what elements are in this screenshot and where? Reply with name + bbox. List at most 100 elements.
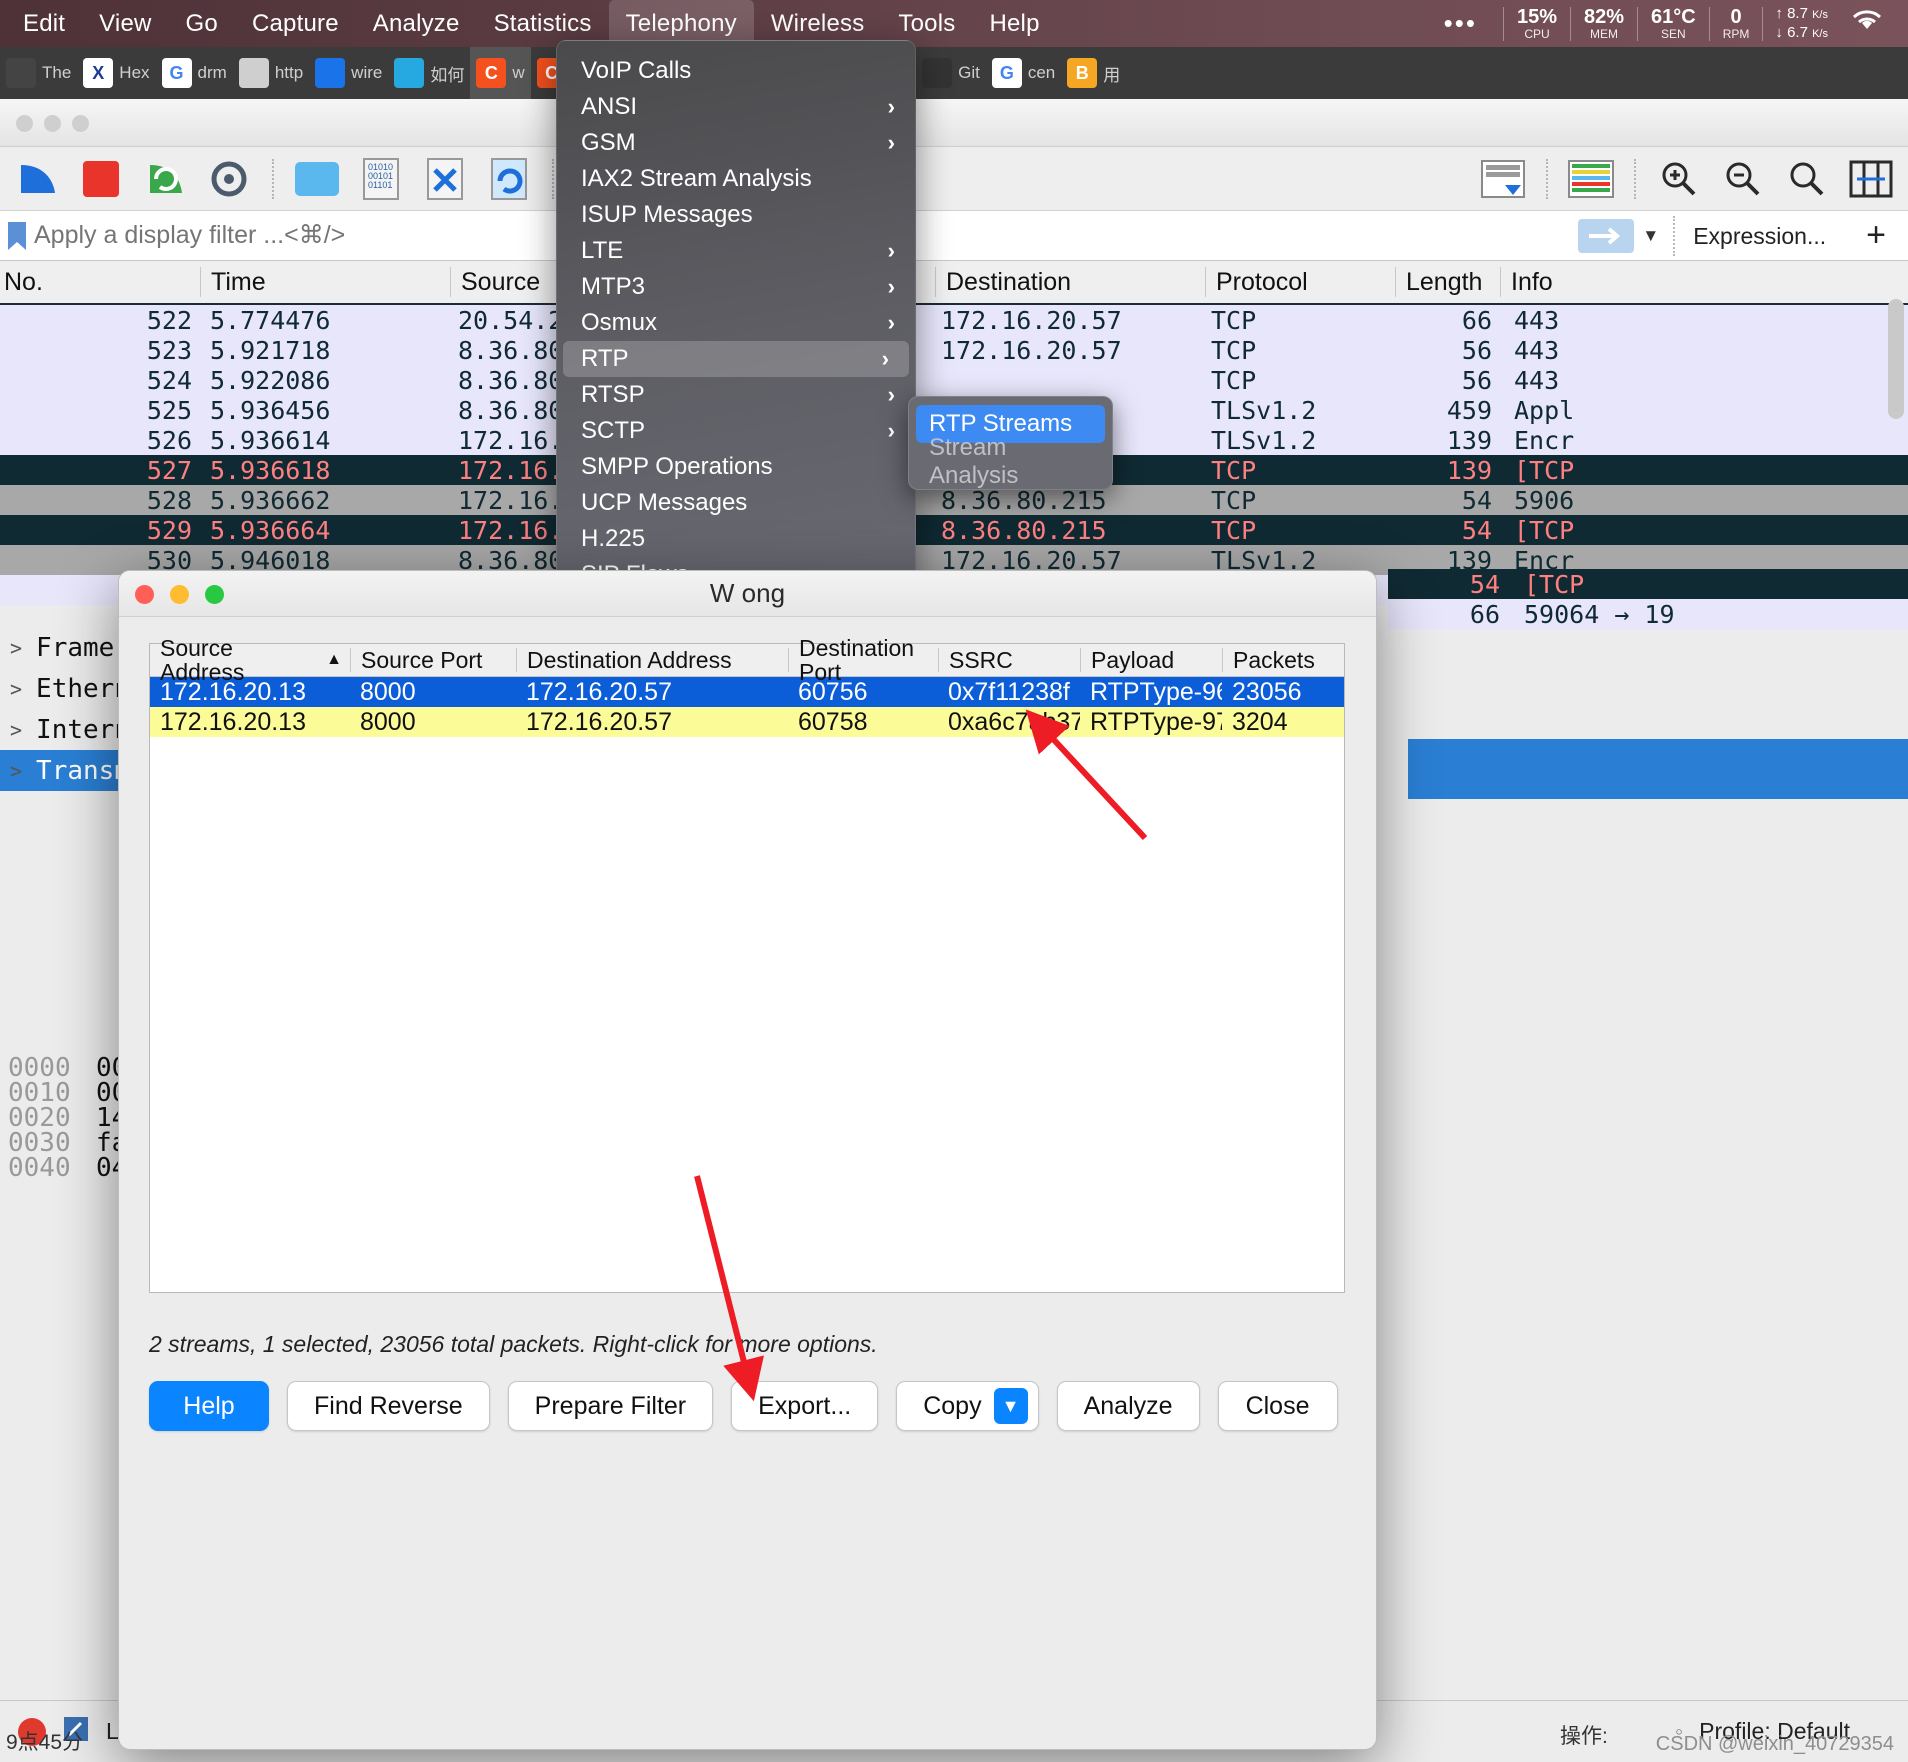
table-row[interactable]: 5225.77447620.54.24172.16.20.57TCP66443: [0, 305, 1908, 335]
colorize-icon[interactable]: [1564, 152, 1618, 206]
reload-file-icon[interactable]: [482, 152, 536, 206]
column-header-source-port[interactable]: Source Port: [350, 648, 516, 672]
autoscroll-icon[interactable]: [1476, 152, 1530, 206]
browser-tab[interactable]: Gcen: [986, 47, 1061, 99]
zoom-in-icon[interactable]: [1652, 152, 1706, 206]
menu-item-ansi[interactable]: ANSI›: [557, 89, 915, 125]
add-filter-button-icon[interactable]: +: [1844, 216, 1908, 255]
find-reverse-button[interactable]: Find Reverse: [287, 1381, 490, 1431]
filter-expression-button[interactable]: Expression...: [1673, 216, 1844, 256]
start-capture-icon[interactable]: [10, 152, 64, 206]
window-traffic-lights[interactable]: [16, 115, 89, 132]
rtp-table-body[interactable]: 172.16.20.138000172.16.20.57607560x7f112…: [150, 677, 1344, 737]
chevron-right-icon[interactable]: >: [10, 718, 22, 742]
browser-tab[interactable]: Git: [916, 47, 986, 99]
open-file-icon[interactable]: [290, 152, 344, 206]
resize-columns-icon[interactable]: [1844, 152, 1898, 206]
chevron-right-icon[interactable]: >: [10, 759, 22, 783]
column-header-dest-port[interactable]: Destination Port: [788, 648, 938, 672]
filter-history-dropdown-icon[interactable]: ▼: [1640, 226, 1673, 246]
menu-item-smpp-operations[interactable]: SMPP Operations: [557, 449, 915, 485]
menu-view[interactable]: View: [82, 0, 168, 47]
menu-item-mtp3[interactable]: MTP3›: [557, 269, 915, 305]
table-row[interactable]: 66 59064 → 19: [1388, 599, 1908, 629]
chevron-right-icon[interactable]: >: [10, 677, 22, 701]
column-header-protocol[interactable]: Protocol: [1205, 267, 1395, 297]
minimize-window-icon[interactable]: [44, 115, 61, 132]
prepare-filter-button[interactable]: Prepare Filter: [508, 1381, 713, 1431]
column-header-packets[interactable]: Packets: [1222, 648, 1344, 672]
menu-item-rtp[interactable]: RTP›: [563, 341, 909, 377]
menu-item-ucp-messages[interactable]: UCP Messages: [557, 485, 915, 521]
table-row[interactable]: 5235.9217188.36.80.172.16.20.57TCP56443: [0, 335, 1908, 365]
browser-tab[interactable]: The: [0, 47, 77, 99]
menu-item-isup-messages[interactable]: ISUP Messages: [557, 197, 915, 233]
zoom-out-icon[interactable]: [1716, 152, 1770, 206]
menu-go[interactable]: Go: [169, 0, 235, 47]
restart-capture-icon[interactable]: [138, 152, 192, 206]
wifi-icon[interactable]: [1840, 7, 1898, 40]
column-header-payload[interactable]: Payload: [1080, 648, 1222, 672]
maximize-window-icon[interactable]: [72, 115, 89, 132]
menu-item-h-225[interactable]: H.225: [557, 521, 915, 557]
browser-tab[interactable]: http: [233, 47, 309, 99]
browser-tab[interactable]: wire: [309, 47, 388, 99]
column-header-ssrc[interactable]: SSRC: [938, 648, 1080, 672]
browser-tab[interactable]: 如何: [388, 47, 470, 99]
cell-info: [TCP: [1500, 516, 1908, 545]
browser-tab[interactable]: Cw: [470, 47, 530, 99]
menu-item-iax2-stream-analysis[interactable]: IAX2 Stream Analysis: [557, 161, 915, 197]
dialog-traffic-lights[interactable]: [135, 585, 224, 604]
apply-filter-icon[interactable]: [1578, 219, 1634, 253]
menu-analyze[interactable]: Analyze: [356, 0, 477, 47]
menu-item-voip-calls[interactable]: VoIP Calls: [557, 53, 915, 89]
close-window-icon[interactable]: [16, 115, 33, 132]
table-row[interactable]: 54 [TCP: [1388, 569, 1908, 599]
menu-item-rtsp[interactable]: RTSP›: [557, 377, 915, 413]
menu-item-osmux[interactable]: Osmux›: [557, 305, 915, 341]
close-button[interactable]: Close: [1218, 1381, 1338, 1431]
table-row[interactable]: 5245.9220868.36.80.TCP56443: [0, 365, 1908, 395]
column-header-info[interactable]: Info: [1500, 267, 1908, 297]
rtp-submenu[interactable]: RTP StreamsStream Analysis: [908, 396, 1113, 490]
menu-item-gsm[interactable]: GSM›: [557, 125, 915, 161]
menu-help[interactable]: Help: [972, 0, 1056, 47]
column-header-source-address[interactable]: Source Address ▲: [150, 648, 350, 672]
packet-list-scrollbar[interactable]: [1888, 299, 1904, 419]
browser-tab[interactable]: Gdrm: [156, 47, 233, 99]
stop-capture-icon[interactable]: [74, 152, 128, 206]
table-row[interactable]: 5295.936664172.16.28.36.80.215TCP54[TCP: [0, 515, 1908, 545]
browser-tab[interactable]: XHex: [77, 47, 155, 99]
table-row[interactable]: 172.16.20.138000172.16.20.57607560x7f112…: [150, 677, 1344, 707]
dialog-minimize-icon[interactable]: [170, 585, 189, 604]
rtp-streams-table[interactable]: Source Address ▲ Source Port Destination…: [149, 643, 1345, 1293]
bookmark-icon[interactable]: [0, 220, 34, 252]
dialog-maximize-icon[interactable]: [205, 585, 224, 604]
menu-capture[interactable]: Capture: [235, 0, 356, 47]
chevron-right-icon[interactable]: >: [10, 636, 22, 660]
menu-item-lte[interactable]: LTE›: [557, 233, 915, 269]
cell-length: 56: [1395, 336, 1500, 365]
table-row[interactable]: 172.16.20.138000172.16.20.57607580xa6c7a…: [150, 707, 1344, 737]
capture-options-icon[interactable]: [202, 152, 256, 206]
chevron-down-icon[interactable]: ▼: [994, 1388, 1028, 1424]
column-header-no[interactable]: No.: [0, 267, 200, 297]
zoom-reset-icon[interactable]: [1780, 152, 1834, 206]
save-file-icon[interactable]: 010100010101101: [354, 152, 408, 206]
column-header-time[interactable]: Time: [200, 267, 450, 297]
export-button[interactable]: Export...: [731, 1381, 878, 1431]
tab-label: Git: [958, 63, 980, 83]
close-file-icon[interactable]: [418, 152, 472, 206]
dialog-close-icon[interactable]: [135, 585, 154, 604]
help-button[interactable]: Help: [149, 1381, 269, 1431]
column-header-destination[interactable]: Destination: [935, 267, 1205, 297]
more-icon[interactable]: •••: [1418, 8, 1503, 39]
menu-edit[interactable]: Edit: [6, 0, 82, 47]
browser-tab[interactable]: B用: [1061, 47, 1126, 99]
column-header-length[interactable]: Length: [1395, 267, 1500, 297]
column-header-dest-address[interactable]: Destination Address: [516, 648, 788, 672]
copy-button[interactable]: Copy ▼: [896, 1381, 1038, 1431]
menu-item-sctp[interactable]: SCTP›: [557, 413, 915, 449]
analyze-button[interactable]: Analyze: [1057, 1381, 1200, 1431]
menu-item-label: LTE: [581, 237, 623, 265]
